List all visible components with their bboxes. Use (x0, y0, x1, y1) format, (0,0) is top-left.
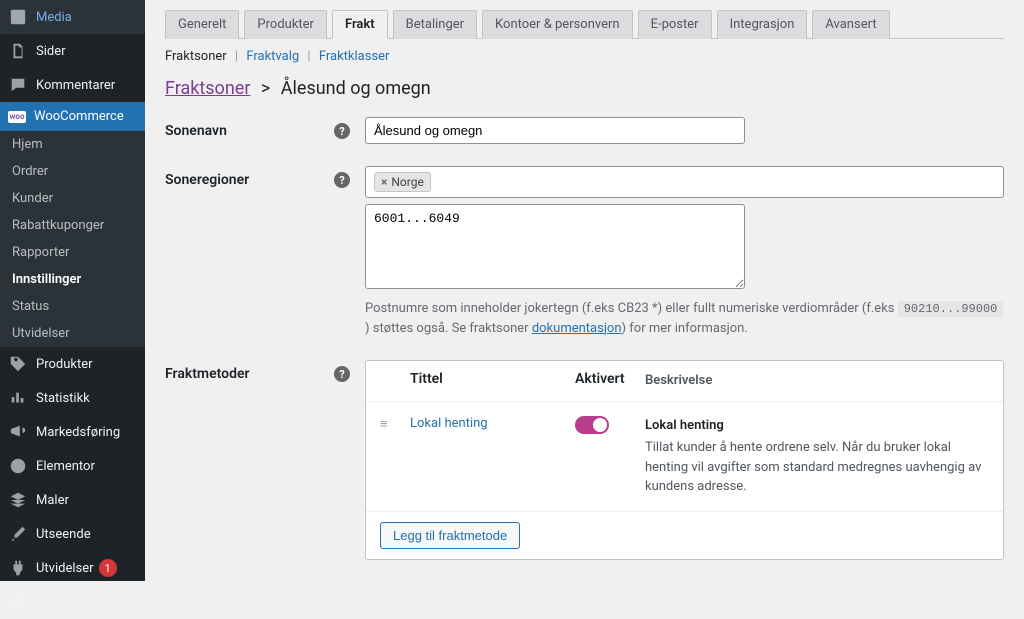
sidebar-label: Kommentarer (36, 78, 115, 93)
sidebar-label: Statistikk (36, 391, 90, 406)
page-icon (8, 41, 28, 61)
sidebar-item-plugins[interactable]: Utvidelser 1 (0, 551, 145, 585)
sidebar-label: Brukere (36, 595, 80, 610)
sidebar-label: Maler (36, 493, 69, 508)
sidebar-item-media[interactable]: Media (0, 0, 145, 34)
subnav-zones[interactable]: Fraktsoner (165, 49, 227, 64)
method-title-link[interactable]: Lokal henting (410, 416, 488, 431)
tag-icon (8, 354, 28, 374)
label-zone-regions: Soneregioner (165, 172, 249, 188)
sidebar-label: Elementor (36, 459, 95, 474)
add-method-button[interactable]: Legg til fraktmetode (380, 522, 520, 549)
sidebar-item-comments[interactable]: Kommentarer (0, 68, 145, 102)
tab-products[interactable]: Produkter (244, 10, 327, 39)
th-desc: Beskrivelse (645, 371, 989, 391)
sidebar-sub-home[interactable]: Hjem (0, 131, 145, 158)
help-icon[interactable]: ? (334, 123, 350, 139)
sidebar-label: Sider (36, 44, 66, 59)
plug-icon (8, 558, 28, 578)
media-icon (8, 7, 28, 27)
row-shipping-methods: Fraktmetoder? Tittel Aktivert Beskrivels… (165, 360, 1004, 560)
page-title: Fraktsoner > Ålesund og omegn (165, 78, 1004, 99)
sidebar-sub-coupons[interactable]: Rabattkuponger (0, 212, 145, 239)
enabled-toggle[interactable] (575, 416, 609, 434)
shipping-subnav: Fraktsoner | Fraktvalg | Fraktklasser (165, 49, 1004, 64)
method-desc-body: Tillat kunder å hente ordrene selv. Når … (645, 440, 981, 494)
sidebar-sub-reports[interactable]: Rapporter (0, 239, 145, 266)
comment-icon (8, 75, 28, 95)
admin-sidebar: Media Sider Kommentarer woo WooCommerce H… (0, 0, 145, 581)
brush-icon (8, 524, 28, 544)
sidebar-item-pages[interactable]: Sider (0, 34, 145, 68)
breadcrumb-root[interactable]: Fraktsoner (165, 78, 250, 99)
sidebar-label: Utvidelser (36, 561, 94, 576)
megaphone-icon (8, 422, 28, 442)
label-zone-name: Sonenavn (165, 123, 227, 139)
sidebar-label: Produkter (36, 357, 93, 372)
row-zone-name: Sonenavn? (165, 117, 1004, 144)
drag-handle-icon[interactable]: ≡ (380, 416, 410, 432)
tab-emails[interactable]: E-poster (638, 10, 712, 39)
remove-tag-icon[interactable]: × (381, 175, 387, 189)
update-badge: 1 (99, 559, 117, 577)
postcodes-textarea[interactable] (365, 204, 745, 289)
zone-regions-select[interactable]: ×Norge (365, 166, 1004, 198)
sidebar-label: Utseende (36, 527, 91, 542)
tab-shipping[interactable]: Frakt (332, 10, 388, 39)
help-icon[interactable]: ? (334, 172, 350, 188)
tab-accounts[interactable]: Kontoer & personvern (482, 10, 633, 39)
region-tag[interactable]: ×Norge (374, 172, 431, 192)
woo-icon: woo (8, 111, 26, 123)
subnav-options[interactable]: Fraktvalg (246, 49, 299, 64)
main-content: Generelt Produkter Frakt Betalinger Kont… (145, 0, 1024, 581)
th-title: Tittel (410, 371, 575, 391)
subnav-classes[interactable]: Fraktklasser (319, 49, 390, 64)
sidebar-label: WooCommerce (34, 109, 124, 124)
postcodes-help: Postnumre som inneholder jokertegn (f.ek… (365, 299, 1004, 338)
methods-table: Tittel Aktivert Beskrivelse ≡ Lokal hent… (365, 360, 1004, 560)
user-icon (8, 592, 28, 612)
tab-payments[interactable]: Betalinger (393, 10, 477, 39)
layers-icon (8, 490, 28, 510)
sidebar-item-marketing[interactable]: Markedsføring (0, 415, 145, 449)
sidebar-item-elementor[interactable]: Elementor (0, 449, 145, 483)
sidebar-item-stats[interactable]: Statistikk (0, 381, 145, 415)
sidebar-item-woocommerce[interactable]: woo WooCommerce (0, 102, 145, 131)
stats-icon (8, 388, 28, 408)
breadcrumb-current: Ålesund og omegn (281, 78, 431, 99)
settings-tabs: Generelt Produkter Frakt Betalinger Kont… (165, 10, 1004, 39)
sidebar-sub-extensions[interactable]: Utvidelser (0, 320, 145, 347)
help-icon[interactable]: ? (334, 366, 350, 382)
tab-general[interactable]: Generelt (165, 10, 239, 39)
label-shipping-methods: Fraktmetoder (165, 366, 250, 382)
elementor-icon (8, 456, 28, 476)
sidebar-sub-orders[interactable]: Ordrer (0, 158, 145, 185)
method-desc-title: Lokal henting (645, 416, 989, 436)
sidebar-item-templates[interactable]: Maler (0, 483, 145, 517)
zone-name-input[interactable] (365, 117, 745, 144)
th-enabled: Aktivert (575, 371, 645, 391)
docs-link[interactable]: dokumentasjon (532, 321, 622, 336)
tab-integration[interactable]: Integrasjon (717, 10, 808, 39)
sidebar-item-products[interactable]: Produkter (0, 347, 145, 381)
sidebar-sub-customers[interactable]: Kunder (0, 185, 145, 212)
sidebar-sub-settings[interactable]: Innstillinger (0, 266, 145, 293)
sidebar-label: Media (36, 10, 72, 25)
method-row: ≡ Lokal henting Lokal henting Tillat kun… (366, 402, 1003, 512)
sidebar-item-appearance[interactable]: Utseende (0, 517, 145, 551)
sidebar-item-users[interactable]: Brukere (0, 585, 145, 619)
sidebar-sub-status[interactable]: Status (0, 293, 145, 320)
tab-advanced[interactable]: Avansert (812, 10, 889, 39)
row-zone-regions: Soneregioner? ×Norge Postnumre som inneh… (165, 166, 1004, 338)
sidebar-label: Markedsføring (36, 425, 120, 440)
